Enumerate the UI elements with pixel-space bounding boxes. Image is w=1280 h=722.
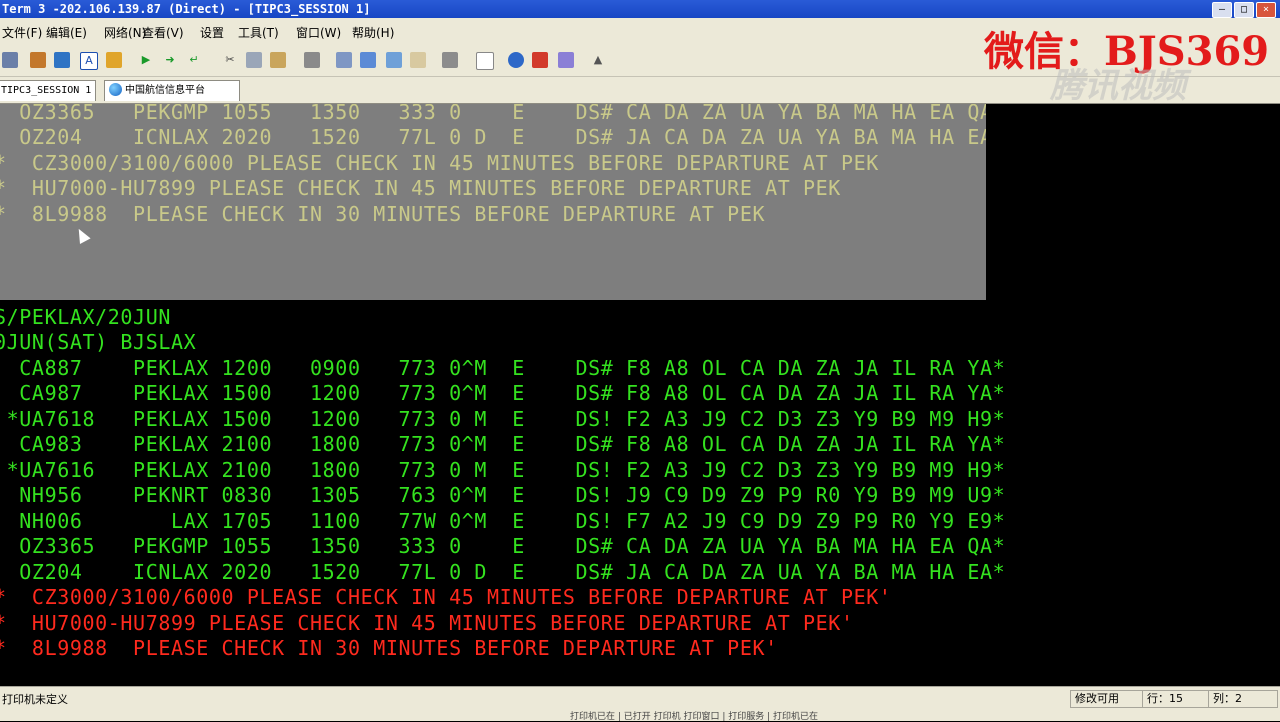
cut-icon[interactable]: ✂ xyxy=(222,52,238,68)
mouse-cursor-icon xyxy=(73,226,91,244)
status-col: 列：2 xyxy=(1208,690,1278,708)
terminal-line: *UA7618 PEKLAX 1500 1200 773 0 M E DS! F… xyxy=(0,407,1006,431)
terminal-line: * HU7000-HU7899 PLEASE CHECK IN 45 MINUT… xyxy=(0,176,841,200)
play-icon[interactable]: ▶ xyxy=(138,52,154,68)
new-page-icon[interactable] xyxy=(476,52,494,70)
status-row: 行：15 xyxy=(1142,690,1212,708)
settings-icon[interactable] xyxy=(558,52,574,68)
terminal-line: * 8L9988 PLEASE CHECK IN 30 MINUTES BEFO… xyxy=(0,202,766,226)
status-printer: 打印机未定义 xyxy=(2,693,68,706)
tab-label: TIPC3_SESSION 1 xyxy=(1,85,92,96)
status-bar: 打印机未定义 修改可用 行：15 列：2 打印机已在 | 已打开 打印机 打印窗… xyxy=(0,686,1280,722)
globe-icon xyxy=(109,83,122,96)
menu-edit[interactable]: 编辑(E) xyxy=(46,24,87,41)
paste-icon[interactable] xyxy=(270,52,286,68)
tools-icon[interactable] xyxy=(30,52,46,68)
screen-icon[interactable] xyxy=(336,52,352,68)
terminal-line: NH006 LAX 1705 1100 77W 0^M E DS! F7 A2 … xyxy=(0,509,1006,533)
next-icon[interactable]: ➜ xyxy=(162,52,178,68)
undo-icon[interactable] xyxy=(106,52,122,68)
menu-window[interactable]: 窗口(W) xyxy=(296,24,341,41)
menu-network[interactable]: 网络(N) xyxy=(104,24,146,41)
window-title: Term 3 -202.106.139.87 (Direct) - [TIPC3… xyxy=(2,2,371,16)
help-icon[interactable] xyxy=(508,52,524,68)
menu-view[interactable]: 查看(V) xyxy=(142,24,184,41)
status-bottom-text: 打印机已在 | 已打开 打印机 打印窗口 | 打印服务 | 打印机已在 xyxy=(570,712,818,722)
terminal-line: CA987 PEKLAX 1500 1200 773 0^M E DS# F8 … xyxy=(0,381,1006,405)
maximize-icon[interactable]: □ xyxy=(1234,2,1254,18)
triangle-icon[interactable]: ▲ xyxy=(590,52,606,68)
terminal-line: CA887 PEKLAX 1200 0900 773 0^M E DS# F8 … xyxy=(0,356,1006,380)
terminal-line: 0JUN(SAT) BJSLAX xyxy=(0,330,197,354)
terminal-line: * HU7000-HU7899 PLEASE CHECK IN 45 MINUT… xyxy=(0,611,854,635)
minimize-icon[interactable]: – xyxy=(1212,2,1232,18)
return-icon[interactable]: ↵ xyxy=(186,52,202,68)
terminal-line: CA983 PEKLAX 2100 1800 773 0^M E DS# F8 … xyxy=(0,432,1006,456)
notes-icon[interactable] xyxy=(410,52,426,68)
link-icon[interactable] xyxy=(442,52,458,68)
terminal-line: NH956 PEKNRT 0830 1305 763 0^M E DS! J9 … xyxy=(0,483,1006,507)
terminal-line: OZ204 ICNLAX 2020 1520 77L 0 D E DS# JA … xyxy=(0,560,1006,584)
terminal-line: * CZ3000/3100/6000 PLEASE CHECK IN 45 MI… xyxy=(0,151,879,175)
terminal-line: S/PEKLAX/20JUN xyxy=(0,305,171,329)
terminal-selected-region: OZ3365 PEKGMP 1055 1350 333 0 E DS# CA D… xyxy=(0,104,986,300)
refresh-icon[interactable] xyxy=(54,52,70,68)
tab-session-1[interactable]: TIPC3_SESSION 1 xyxy=(0,80,96,101)
print-icon[interactable] xyxy=(304,52,320,68)
list-icon[interactable] xyxy=(386,52,402,68)
copy-icon[interactable] xyxy=(246,52,262,68)
terminal-line: OZ204 ICNLAX 2020 1520 77L 0 D E DS# JA … xyxy=(0,125,986,149)
document-icon[interactable] xyxy=(360,52,376,68)
tencent-video-watermark: 腾讯视频 xyxy=(1050,66,1186,106)
menu-help[interactable]: 帮助(H) xyxy=(352,24,394,41)
menu-file[interactable]: 文件(F) xyxy=(2,24,42,41)
terminal-screen[interactable]: OZ3365 PEKGMP 1055 1350 333 0 E DS# CA D… xyxy=(0,104,1280,686)
terminal-line: OZ3365 PEKGMP 1055 1350 333 0 E DS# CA D… xyxy=(0,104,986,124)
mail-icon[interactable] xyxy=(532,52,548,68)
window-controls: – □ × xyxy=(1212,2,1276,18)
text-icon[interactable]: A xyxy=(80,52,98,70)
status-mode: 修改可用 xyxy=(1070,690,1144,708)
window-title-bar[interactable]: Term 3 -202.106.139.87 (Direct) - [TIPC3… xyxy=(0,0,1280,18)
terminal-line: * CZ3000/3100/6000 PLEASE CHECK IN 45 MI… xyxy=(0,585,892,609)
terminal-line: OZ3365 PEKGMP 1055 1350 333 0 E DS# CA D… xyxy=(0,534,1006,558)
connect-icon[interactable] xyxy=(2,52,18,68)
terminal-line: * 8L9988 PLEASE CHECK IN 30 MINUTES BEFO… xyxy=(0,636,778,660)
menu-tools[interactable]: 工具(T) xyxy=(238,24,279,41)
tab-label: 中国航信信息平台 xyxy=(125,85,205,96)
tab-info-platform[interactable]: 中国航信信息平台 xyxy=(104,80,240,101)
close-icon[interactable]: × xyxy=(1256,2,1276,18)
menu-settings[interactable]: 设置 xyxy=(200,24,224,41)
terminal-line: *UA7616 PEKLAX 2100 1800 773 0 M E DS! F… xyxy=(0,458,1006,482)
